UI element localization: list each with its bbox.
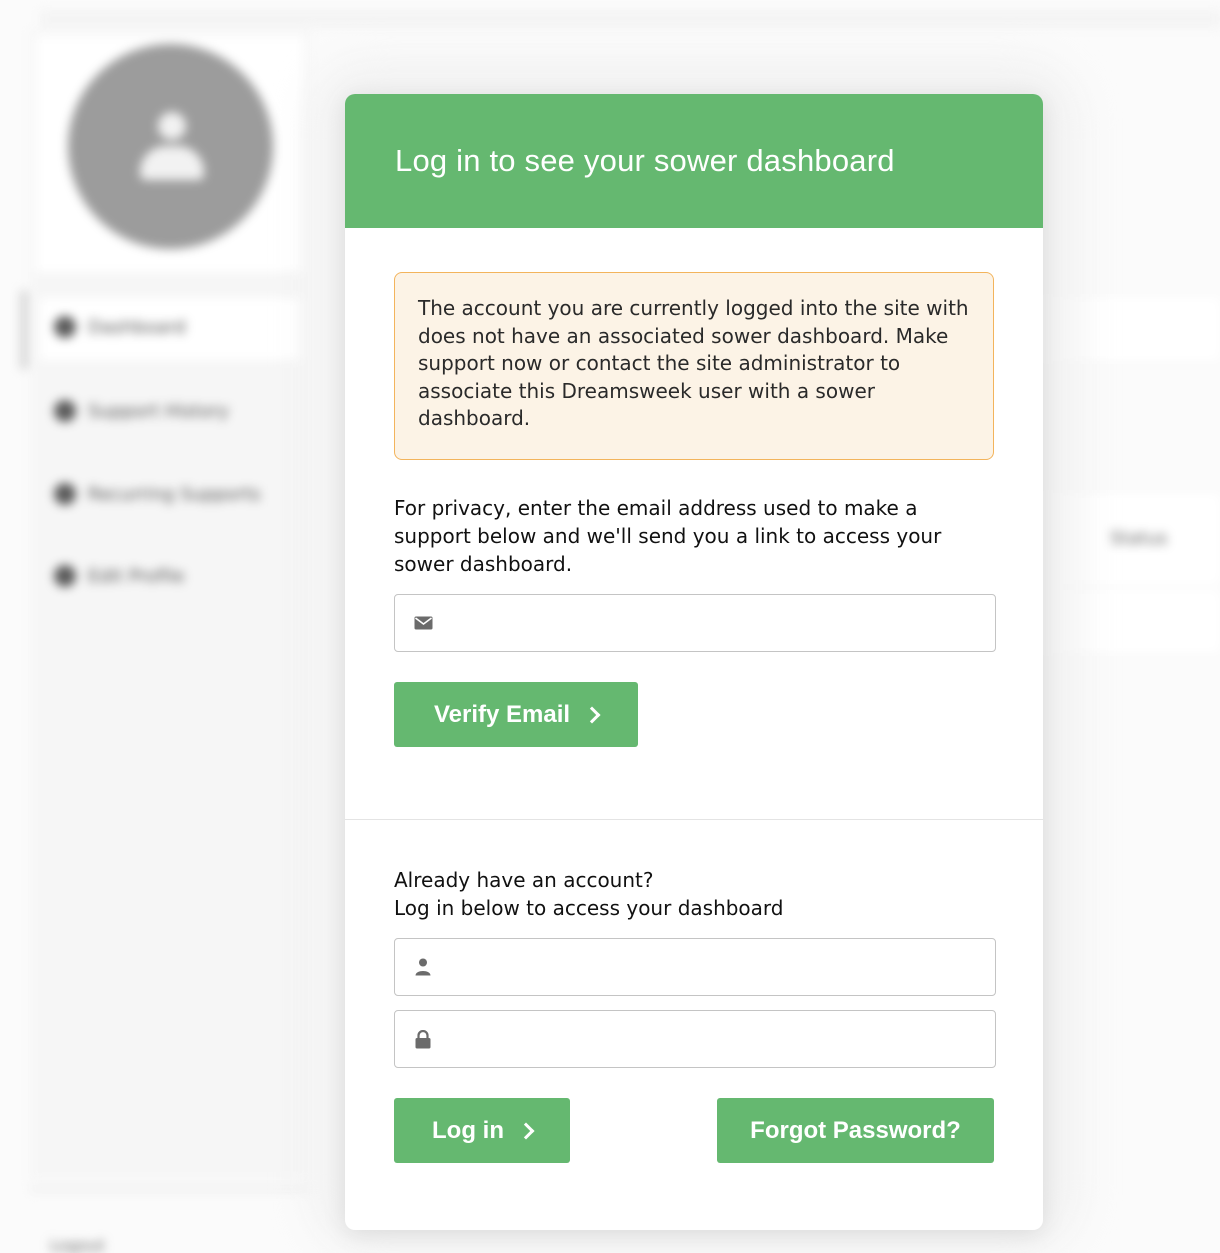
- warning-alert: The account you are currently logged int…: [394, 272, 994, 460]
- sidebar-item-label: Support History: [88, 400, 229, 422]
- background-topbar: [40, 10, 1220, 28]
- chevron-right-icon: [517, 1122, 535, 1140]
- dashboard-icon: [54, 316, 76, 338]
- login-section: Already have an account? Log in below to…: [345, 820, 1043, 1163]
- history-icon: [54, 400, 76, 422]
- email-input[interactable]: [395, 595, 995, 651]
- sidebar-active-highlight: [40, 298, 302, 360]
- avatar-user-icon-head: [158, 112, 186, 140]
- login-button-label: Log in: [432, 1116, 504, 1144]
- sidebar-item-recurring-supports: Recurring Supports: [54, 483, 261, 505]
- background-profile-panel: [36, 36, 304, 272]
- login-modal: Log in to see your sower dashboard The a…: [345, 94, 1043, 1230]
- privacy-instructions: For privacy, enter the email address use…: [394, 496, 942, 576]
- password-input[interactable]: [395, 1011, 995, 1067]
- profile-icon: [54, 565, 76, 587]
- login-prompt-subtitle: Log in below to access your dashboard: [394, 896, 784, 920]
- background-footer-strip: [30, 1186, 310, 1192]
- alert-message: The account you are currently logged int…: [418, 296, 969, 430]
- avatar-user-icon-body: [140, 146, 204, 180]
- verify-email-button[interactable]: Verify Email: [394, 682, 638, 747]
- status-column-header: Status: [1110, 528, 1168, 549]
- recurring-icon: [54, 483, 76, 505]
- sidebar-item-edit-profile: Edit Profile: [54, 565, 185, 587]
- background-sidebar: [30, 30, 310, 1180]
- chevron-right-icon: [583, 706, 601, 724]
- modal-header: Log in to see your sower dashboard: [345, 94, 1043, 228]
- login-actions: Log in Forgot Password?: [394, 1098, 994, 1163]
- avatar: [68, 44, 273, 249]
- modal-title: Log in to see your sower dashboard: [395, 143, 895, 178]
- forgot-password-button[interactable]: Forgot Password?: [717, 1098, 994, 1163]
- password-field-wrapper: [394, 1010, 996, 1068]
- logout-link: Logout: [50, 1236, 105, 1253]
- modal-body: The account you are currently logged int…: [345, 228, 1043, 747]
- verify-email-label: Verify Email: [433, 700, 571, 728]
- forgot-password-label: Forgot Password?: [750, 1116, 961, 1144]
- username-input[interactable]: [395, 939, 995, 995]
- sidebar-item-support-history: Support History: [54, 400, 229, 422]
- sidebar-item-dashboard: Dashboard: [54, 316, 186, 338]
- sidebar-item-label: Dashboard: [88, 316, 186, 338]
- username-field-wrapper: [394, 938, 996, 996]
- email-field-wrapper: [394, 594, 996, 652]
- login-button[interactable]: Log in: [394, 1098, 570, 1163]
- background-scrollbar: [20, 290, 28, 370]
- login-prompt-title: Already have an account?: [394, 868, 654, 892]
- sidebar-item-label: Edit Profile: [88, 565, 185, 587]
- sidebar-item-label: Recurring Supports: [88, 483, 261, 505]
